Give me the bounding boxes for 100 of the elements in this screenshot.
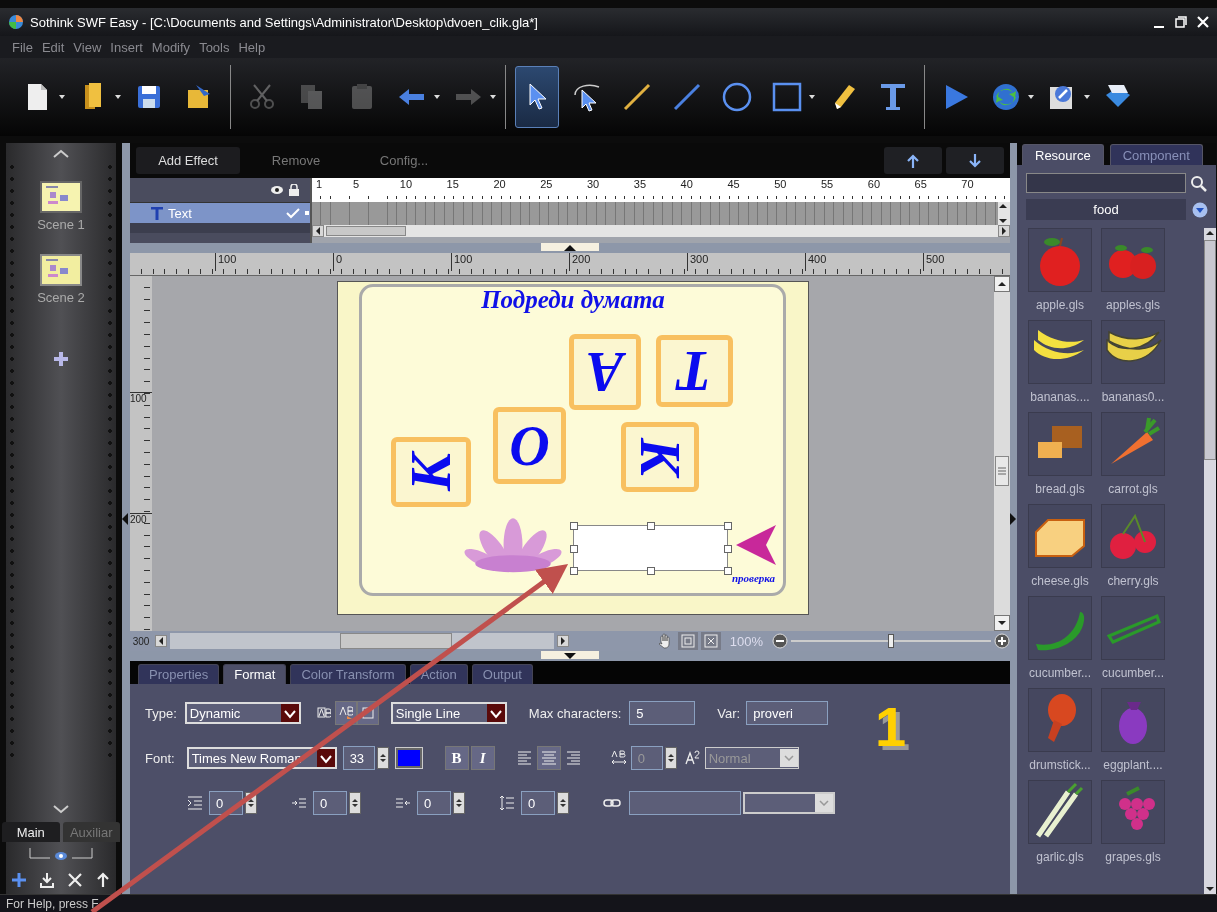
add-icon[interactable] <box>53 351 69 367</box>
chevron-up-icon[interactable] <box>53 149 69 159</box>
resource-item[interactable]: grapes.gls <box>1098 780 1168 866</box>
caret-icon[interactable] <box>1084 95 1090 99</box>
move-up-button[interactable] <box>884 147 942 174</box>
dropdown[interactable] <box>743 792 835 814</box>
spin-button[interactable] <box>664 747 677 769</box>
menu-item[interactable]: Help <box>238 39 266 55</box>
category-dropdown[interactable]: food <box>1026 199 1186 220</box>
fit-button[interactable] <box>700 632 721 650</box>
color-picker[interactable] <box>394 747 423 769</box>
text-input[interactable]: proveri <box>746 701 829 725</box>
scrollbar[interactable] <box>312 225 1010 237</box>
letter-tile[interactable]: К <box>391 437 471 507</box>
panel-tab[interactable]: Output <box>471 664 533 684</box>
resource-item[interactable]: garlic.gls <box>1025 780 1095 866</box>
caret-icon[interactable] <box>1028 95 1034 99</box>
scroll-thumb[interactable] <box>1204 240 1216 460</box>
spin-button[interactable] <box>376 747 389 769</box>
align-button[interactable] <box>536 746 561 770</box>
text-input[interactable]: 5 <box>629 701 696 725</box>
letter-tile[interactable]: О <box>493 407 566 484</box>
close-icon[interactable] <box>1197 16 1209 28</box>
scroll-left-icon[interactable] <box>157 636 165 646</box>
menu-item[interactable]: Insert <box>110 39 143 55</box>
dropdown[interactable]: Single Line <box>390 702 507 724</box>
scrollbar[interactable] <box>998 202 1010 225</box>
panel-tab[interactable]: Component <box>1109 144 1203 165</box>
scroll-up-icon[interactable] <box>997 280 1007 288</box>
resource-item[interactable]: bananas0... <box>1098 320 1168 406</box>
lock-icon[interactable] <box>288 184 300 196</box>
panel-tab[interactable]: Properties <box>138 664 220 684</box>
resize-handle[interactable] <box>570 522 578 530</box>
panel-tab[interactable]: Resource <box>1022 144 1104 165</box>
resize-handle[interactable] <box>570 545 578 553</box>
panel-tab[interactable]: Main <box>2 822 60 842</box>
text-input[interactable]: 0 <box>417 791 451 815</box>
scroll-right-icon[interactable] <box>559 636 567 646</box>
spin-button[interactable] <box>557 792 569 814</box>
scroll-right-icon[interactable] <box>1000 226 1008 236</box>
text-input[interactable]: 33 <box>342 746 375 770</box>
resize-handle[interactable] <box>724 522 732 530</box>
spin-button[interactable] <box>453 792 465 814</box>
resource-item[interactable]: cucumber... <box>1098 596 1168 682</box>
italic-button[interactable]: I <box>470 746 495 770</box>
link-input[interactable] <box>629 791 741 815</box>
resource-item[interactable]: cheese.gls <box>1025 504 1095 590</box>
scroll-thumb[interactable] <box>995 456 1009 486</box>
eye-icon[interactable] <box>270 184 284 196</box>
resource-item[interactable]: drumstick... <box>1025 688 1095 774</box>
resource-item[interactable]: cherry.gls <box>1098 504 1168 590</box>
resource-item[interactable]: cucumber... <box>1025 596 1095 682</box>
resize-handle[interactable] <box>724 567 732 575</box>
dropdown[interactable]: Dynamic <box>184 702 301 724</box>
panel-tab[interactable]: Format <box>223 664 287 684</box>
menu-item[interactable]: File <box>12 39 33 55</box>
resize-handle[interactable] <box>570 567 578 575</box>
letter-tile[interactable]: Т <box>656 335 733 407</box>
search-field[interactable] <box>1026 173 1186 193</box>
collapse-handle-icon[interactable] <box>122 512 128 525</box>
scroll-left-icon[interactable] <box>314 226 322 236</box>
panel-collapse-handle[interactable] <box>541 243 599 251</box>
effect-button[interactable]: Add Effect <box>136 147 240 174</box>
letter-tile[interactable]: А <box>569 334 641 410</box>
search-icon[interactable] <box>1190 174 1207 192</box>
scrollbar[interactable] <box>1204 228 1216 894</box>
restore-icon[interactable] <box>1175 16 1187 28</box>
panel-collapse-handle[interactable] <box>541 651 599 659</box>
text-input[interactable]: 0 <box>521 791 555 815</box>
chevron-down-icon[interactable] <box>53 804 69 814</box>
add-icon[interactable] <box>11 872 27 888</box>
spin-button[interactable] <box>349 792 361 814</box>
resize-handle[interactable] <box>647 567 655 575</box>
scroll-down-icon[interactable] <box>997 619 1007 627</box>
scroll-thumb[interactable] <box>326 226 406 236</box>
move-down-button[interactable] <box>946 147 1004 174</box>
toggle-button[interactable] <box>334 701 357 725</box>
zoom-out-icon[interactable] <box>772 633 788 649</box>
toolbar-button[interactable] <box>515 66 559 128</box>
bold-button[interactable]: B <box>444 746 469 770</box>
scrollbar[interactable] <box>170 633 554 649</box>
resource-item[interactable]: apples.gls <box>1098 228 1168 314</box>
resource-item[interactable]: bananas.... <box>1025 320 1095 406</box>
zoom-slider[interactable] <box>791 634 991 648</box>
caret-icon[interactable] <box>809 95 815 99</box>
resize-handle[interactable] <box>724 545 732 553</box>
scroll-up-icon[interactable] <box>1204 228 1216 238</box>
menu-item[interactable]: Edit <box>41 39 65 55</box>
menu-item[interactable]: Tools <box>199 39 230 55</box>
delete-icon[interactable] <box>67 872 83 888</box>
layer-row[interactable]: Text <box>130 203 310 223</box>
panel-tab[interactable]: Color Transform <box>290 664 406 684</box>
checkmark-icon[interactable] <box>286 207 300 219</box>
caret-icon[interactable] <box>434 95 440 99</box>
resource-item[interactable]: eggplant.... <box>1098 688 1168 774</box>
menu-item[interactable]: Modify <box>151 39 191 55</box>
import-icon[interactable] <box>39 872 55 888</box>
arrow-button-icon[interactable] <box>736 525 776 565</box>
panel-tab[interactable]: Auxiliar <box>62 822 120 842</box>
letter-tile[interactable]: К <box>621 422 699 492</box>
